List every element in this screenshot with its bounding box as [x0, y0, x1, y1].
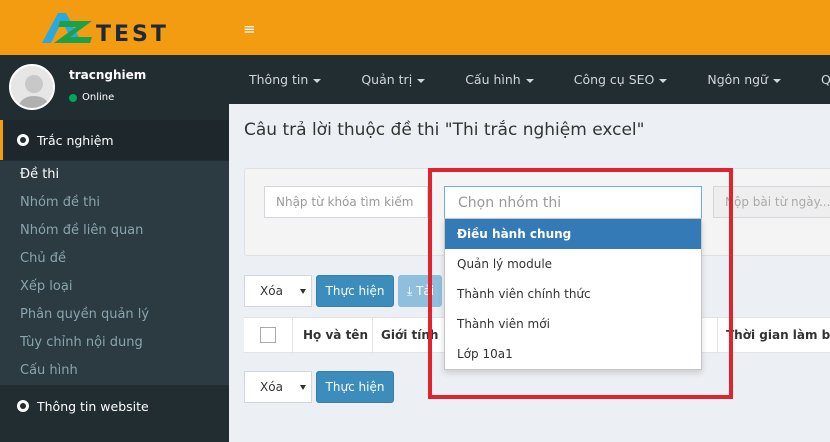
- sidebar-section-label: Trắc nghiệm: [37, 132, 114, 148]
- sidebar-item-nhom-de-lien-quan[interactable]: Nhóm đề liên quan: [0, 217, 229, 245]
- nav-item-cau-hinh[interactable]: Cấu hình: [445, 72, 554, 87]
- hamburger-menu-icon[interactable]: ≡: [243, 20, 256, 38]
- caret-down-icon: [772, 78, 781, 83]
- caret-down-icon: [313, 78, 322, 83]
- sidebar-item-tuy-chinh[interactable]: Tùy chỉnh nội dung: [0, 329, 229, 357]
- keyword-search-input[interactable]: Nhập từ khóa tìm kiếm: [264, 186, 428, 218]
- page-title: Câu trả lời thuộc đề thi "Thi trắc nghiệ…: [244, 120, 645, 140]
- column-header-gioi-tinh[interactable]: Giới tính: [381, 318, 438, 354]
- svg-text:TEST: TEST: [96, 22, 169, 45]
- sidebar-item-cau-hinh[interactable]: Cấu hình: [0, 357, 229, 385]
- dropdown-option[interactable]: Điều hành chung: [445, 219, 701, 249]
- caret-down-icon: [417, 78, 426, 83]
- sidebar-submenu: Đề thi Nhóm đề thi Nhóm đề liên quan Chủ…: [0, 161, 229, 385]
- import-button[interactable]: ⤓ Tải: [398, 275, 442, 307]
- avatar[interactable]: [9, 64, 55, 110]
- sidebar-item-chu-de[interactable]: Chủ đề: [0, 245, 229, 273]
- sidebar-section-thong-tin-website[interactable]: Thông tin website: [0, 386, 229, 426]
- logo[interactable]: TEST: [0, 0, 229, 55]
- dropdown-option[interactable]: Quản lý module: [445, 249, 701, 279]
- az-test-logo: TEST: [41, 12, 169, 45]
- nav-label: Công cụ SEO: [573, 72, 655, 87]
- nav-item-ngon-ngu[interactable]: Ngôn ngữ: [687, 72, 801, 87]
- user-status: Online: [69, 92, 114, 103]
- user-status-label: Online: [82, 92, 115, 103]
- nav-item-quan-tri[interactable]: Quản trị: [341, 72, 445, 87]
- sidebar-item-xep-loai[interactable]: Xếp loại: [0, 273, 229, 301]
- sidebar-item-nhom-de-thi[interactable]: Nhóm đề thi: [0, 189, 229, 217]
- globe-icon: [17, 400, 29, 412]
- exam-group-dropdown: Điều hành chung Quản lý module Thành viê…: [444, 218, 702, 370]
- bulk-action-select-top[interactable]: Xóa: [244, 275, 312, 307]
- bulk-action-select-bottom[interactable]: Xóa: [244, 371, 312, 403]
- column-divider: [292, 318, 293, 354]
- sidebar: TEST tracnghiem Online Trắc nghiệm Đề th…: [0, 0, 229, 442]
- nav-label: Cấu hình: [465, 72, 521, 87]
- nav-item-thong-tin[interactable]: Thông tin: [229, 72, 341, 87]
- execute-button-bottom[interactable]: Thực hiện: [316, 371, 394, 403]
- nav-label: Quản lý Modules: [820, 72, 830, 87]
- column-divider: [717, 318, 718, 354]
- bulk-action-value: Xóa: [260, 380, 283, 394]
- nav-item-cong-cu-seo[interactable]: Công cụ SEO: [554, 72, 688, 87]
- online-dot-icon: [69, 93, 77, 102]
- nav-item-quan-ly-modules[interactable]: Quản lý Modules: [801, 72, 830, 87]
- globe-icon: [17, 134, 29, 146]
- dropdown-option[interactable]: Thành viên chính thức: [445, 279, 701, 309]
- caret-down-icon: [659, 78, 668, 83]
- download-icon: ⤓: [407, 284, 417, 298]
- nav-label: Thông tin: [249, 72, 309, 87]
- sidebar-item-de-thi[interactable]: Đề thi: [0, 161, 229, 189]
- username: tracnghiem: [69, 68, 147, 82]
- top-navbar: Thông tin Quản trị Cấu hình Công cụ SEO …: [229, 55, 830, 104]
- submit-date-from-input[interactable]: Nộp bài từ ngày...: [713, 186, 830, 218]
- select-all-checkbox[interactable]: [260, 327, 276, 343]
- caret-down-icon: [300, 385, 306, 390]
- sidebar-section-trac-nghiem[interactable]: Trắc nghiệm: [0, 120, 229, 160]
- column-divider: [372, 318, 373, 354]
- sidebar-item-phan-quyen[interactable]: Phân quyền quản lý: [0, 301, 229, 329]
- execute-button-top[interactable]: Thực hiện: [316, 275, 394, 307]
- import-label: Tải: [416, 284, 435, 298]
- caret-down-icon: [300, 289, 306, 294]
- caret-down-icon: [525, 78, 534, 83]
- column-header-ho-ten[interactable]: Họ và tên: [303, 318, 368, 354]
- top-header: ≡: [229, 0, 830, 55]
- user-avatar-icon: [11, 66, 53, 108]
- dropdown-option[interactable]: Lớp 10a1: [445, 339, 701, 369]
- sidebar-section-label: Thông tin website: [37, 398, 149, 414]
- nav-label: Ngôn ngữ: [707, 72, 768, 87]
- column-header-thoi-gian[interactable]: Thời gian làm bài: [726, 318, 830, 354]
- exam-group-select[interactable]: Chọn nhóm thi: [444, 186, 702, 219]
- bulk-action-value: Xóa: [260, 284, 283, 298]
- user-panel: [0, 55, 229, 119]
- nav-label: Quản trị: [361, 72, 413, 87]
- dropdown-option[interactable]: Thành viên mới: [445, 309, 701, 339]
